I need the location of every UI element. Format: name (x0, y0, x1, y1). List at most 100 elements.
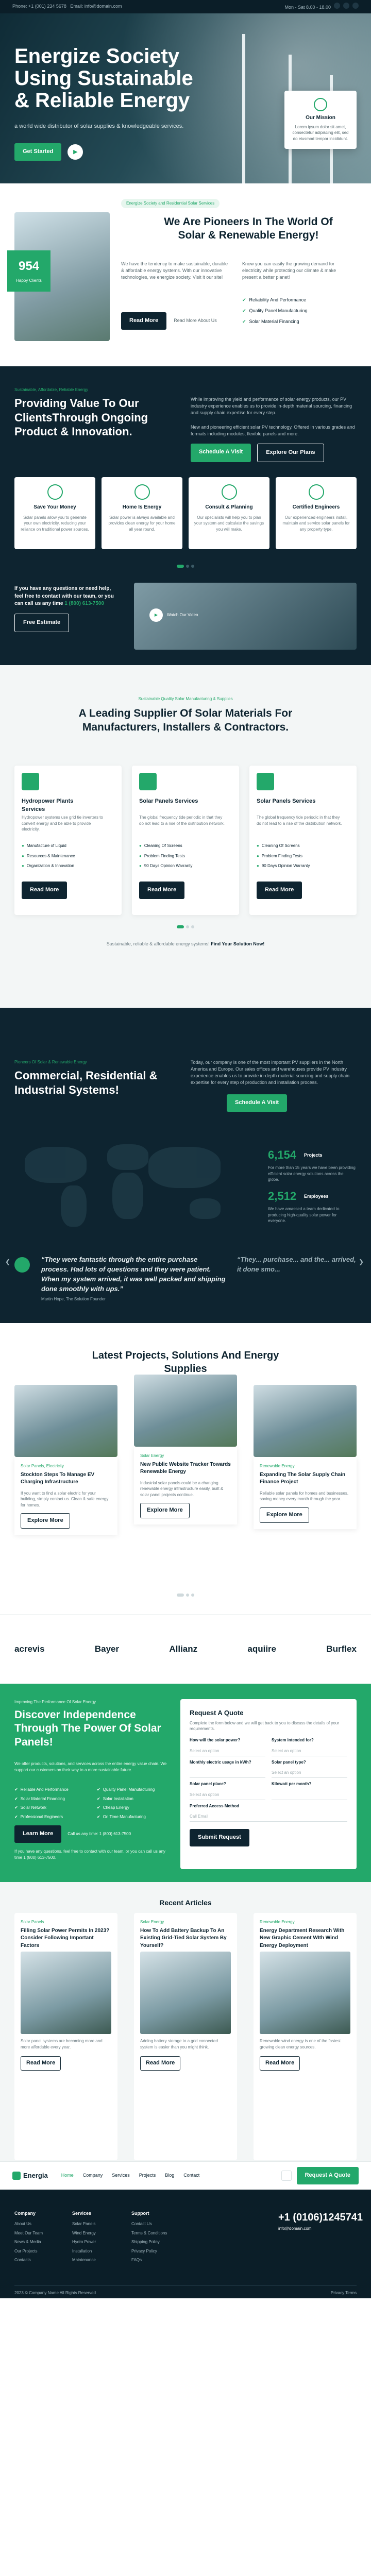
logo[interactable]: Energia (12, 2171, 48, 2181)
request-quote-button[interactable]: Request A Quote (296, 2167, 359, 2184)
footer-link[interactable]: Contacts (14, 2257, 43, 2263)
article-image[interactable] (140, 1952, 231, 2035)
logo-text: Energia (23, 2171, 48, 2179)
news-title: Recent Articles (159, 1899, 212, 1907)
twitter-icon[interactable] (343, 2, 349, 9)
list-item: Organization & Innovation (22, 863, 75, 869)
kilowatt-input[interactable] (272, 1789, 347, 1800)
explore-more-button[interactable]: Explore More (260, 1507, 309, 1523)
footer-link[interactable]: Meet Our Team (14, 2230, 43, 2236)
article-title[interactable]: Energy Department Research With New Grap… (254, 1925, 357, 1952)
avatar (14, 1257, 30, 1273)
linkedin-icon[interactable] (352, 2, 359, 9)
footer-heading: Services (72, 2211, 92, 2216)
article-text: Adding battery storage to a grid connect… (140, 2039, 218, 2049)
footer-link[interactable]: Hydro Power (72, 2239, 96, 2245)
nav-contact[interactable]: Contact (183, 2172, 199, 2179)
footer-link[interactable]: Installation (72, 2248, 96, 2255)
article-image[interactable] (21, 1952, 111, 2035)
footer-link[interactable]: News & Media (14, 2239, 43, 2245)
engineer-icon (308, 484, 324, 500)
testimonial-quote: “They were fantastic through the entire … (41, 1256, 226, 1293)
quote-form: Request A Quote Complete the form below … (180, 1699, 357, 1869)
submit-request-button[interactable]: Submit Request (190, 1829, 249, 1847)
article-category: Renewable Energy (260, 1920, 295, 1924)
get-started-button[interactable]: Get Started (14, 143, 62, 161)
footer-link[interactable]: Our Projects (14, 2248, 43, 2255)
footer-link[interactable]: Shipping Policy (131, 2239, 167, 2245)
footer-phone[interactable]: +1 (0106)1245741 (278, 2210, 363, 2225)
supplier-title: A Leading Supplier Of Solar Materials Fo… (78, 707, 293, 734)
explore-plans-button[interactable]: Explore Our Plans (257, 444, 324, 462)
card-text: Hydropower systems use grid tie inverter… (22, 815, 103, 832)
nav-services[interactable]: Services (112, 2172, 130, 2179)
solar-panel-icon (257, 773, 274, 790)
about-read-more-button[interactable]: Read More (121, 312, 167, 330)
about-link[interactable]: Read More About Us (174, 317, 217, 324)
article-title[interactable]: Filling Solar Power Permits In 2023? Con… (14, 1925, 117, 1952)
footer-email[interactable]: info@domain.com (278, 2226, 312, 2232)
usage-input[interactable] (190, 1767, 265, 1778)
footer-link[interactable]: Maintenance (72, 2257, 96, 2263)
article-card: Solar Energy How To Add Battery Backup To… (134, 1913, 237, 2160)
footer-link[interactable]: FAQs (131, 2257, 167, 2263)
footer-link[interactable]: Terms & Conditions (131, 2230, 167, 2236)
article-image[interactable] (260, 1952, 350, 2035)
footer-link[interactable]: Contact Us (131, 2221, 167, 2227)
facebook-icon[interactable] (334, 2, 340, 9)
system-select[interactable]: Select an option (272, 1745, 347, 1756)
nav-home[interactable]: Home (61, 2172, 74, 2179)
chevron-left-icon[interactable]: ❮ (5, 1258, 10, 1266)
read-more-button[interactable]: Read More (139, 882, 185, 899)
footer-link[interactable]: Wind Energy (72, 2230, 96, 2236)
panel-type-select[interactable]: Select an option (272, 1767, 347, 1778)
read-more-button[interactable]: Read More (140, 2056, 181, 2071)
carousel-dots[interactable] (0, 925, 371, 928)
play-icon[interactable]: ▶ (149, 608, 163, 622)
read-more-button[interactable]: Read More (21, 2056, 61, 2071)
project-title[interactable]: Stockton Steps To Manage EV Charging Inf… (21, 1471, 111, 1486)
learn-more-button[interactable]: Learn More (14, 1825, 62, 1843)
footer-link[interactable]: Privacy Policy (131, 2248, 167, 2255)
footer-legal-links[interactable]: Privacy Terms (331, 2290, 357, 2296)
read-more-button[interactable]: Read More (260, 2056, 300, 2071)
field-label: System intended for? (272, 1738, 314, 1743)
employees-stat: 2,512 (268, 1190, 297, 1202)
nav-blog[interactable]: Blog (165, 2172, 174, 2179)
read-more-button[interactable]: Read More (257, 882, 302, 899)
commercial-schedule-button[interactable]: Schedule A Visit (227, 1094, 288, 1112)
supplier-foot-text: Sustainable, reliable & affordable energ… (106, 941, 210, 946)
quote-text: We offer products, solutions, and servic… (14, 1761, 167, 1772)
explore-more-button[interactable]: Explore More (21, 1513, 70, 1529)
hero-title: Energize Society Using Sustainable & Rel… (14, 45, 193, 112)
panel-place-select[interactable]: Select an option (190, 1789, 265, 1800)
help-phone[interactable]: 1 (800) 613-7500 (64, 601, 104, 606)
chevron-right-icon[interactable]: ❯ (359, 1258, 364, 1266)
play-icon[interactable]: ▶ (68, 144, 83, 160)
project-title[interactable]: New Public Website Tracker Towards Renew… (140, 1461, 231, 1476)
footer-link[interactable]: Solar Panels (72, 2221, 96, 2227)
hero-tagline: a world wide distributor of solar suppli… (14, 123, 184, 129)
free-estimate-button[interactable]: Free Estimate (14, 614, 70, 632)
explore-more-button[interactable]: Explore More (140, 1503, 190, 1519)
access-method-radios[interactable]: Call Email (190, 1810, 347, 1822)
project-title[interactable]: Expanding The Solar Supply Chain Finance… (260, 1471, 350, 1486)
footer-link[interactable]: About Us (14, 2221, 43, 2227)
testimonial-author: Martin Hope, The Solution Founder (41, 1297, 106, 1301)
power-select[interactable]: Select an option (190, 1745, 265, 1756)
happy-clients-stat: 954 Happy Clients (7, 250, 50, 292)
call-text[interactable]: Call us any time: 1 (800) 613-7500 (68, 1831, 131, 1837)
nav-projects[interactable]: Projects (139, 2172, 156, 2179)
carousel-dots[interactable] (0, 565, 371, 568)
carousel-dots[interactable] (0, 1594, 371, 1597)
read-more-button[interactable]: Read More (22, 882, 68, 899)
search-icon[interactable] (281, 2171, 292, 2181)
service-card: Solar Panels Services The global frequenc… (249, 766, 357, 915)
watch-video-label[interactable]: Watch Our Video (167, 612, 198, 618)
schedule-visit-button[interactable]: Schedule A Visit (191, 444, 251, 462)
nav-company[interactable]: Company (83, 2172, 103, 2179)
about-section: 954 Happy Clients Energize Society and Re… (0, 183, 371, 366)
find-solution-link[interactable]: Find Your Solution Now! (211, 941, 264, 946)
article-title[interactable]: How To Add Battery Backup To An Existing… (134, 1925, 237, 1952)
topbar-email[interactable]: Email: info@domain.com (70, 4, 122, 9)
